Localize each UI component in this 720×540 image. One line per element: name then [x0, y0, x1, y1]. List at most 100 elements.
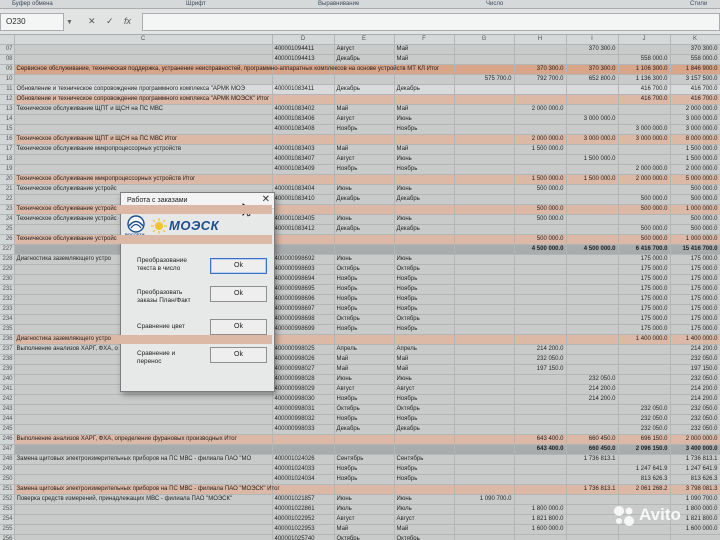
cell-h[interactable]: 197 150.0 — [514, 364, 567, 375]
cell-j[interactable]: 175 000.0 — [618, 304, 671, 315]
cell-f[interactable]: Ноябрь — [394, 324, 455, 335]
cell-g[interactable] — [454, 414, 515, 425]
cell-j[interactable] — [618, 394, 671, 405]
row-number[interactable]: 251 — [0, 484, 15, 495]
cell-k[interactable]: 3 157 500.0 — [670, 74, 720, 85]
row-number[interactable]: 23 — [0, 204, 15, 215]
cell-k[interactable]: 175 000.0 — [670, 294, 720, 305]
row-number[interactable]: 14 — [0, 114, 15, 125]
cell-f[interactable]: Май — [394, 44, 455, 55]
cell-d[interactable]: 400001094413 — [272, 54, 335, 65]
cell-c[interactable] — [14, 514, 273, 525]
text-to-number-ok-button[interactable]: Ok — [210, 258, 267, 274]
cell-c[interactable] — [14, 534, 273, 540]
cell-e[interactable]: Май — [334, 144, 395, 155]
cell-j[interactable]: 813 626.3 — [618, 474, 671, 485]
cell-f[interactable] — [394, 234, 455, 245]
cell-e[interactable]: Декабрь — [334, 194, 395, 205]
row-number[interactable]: 238 — [0, 354, 15, 365]
cell-h[interactable]: 370 300.0 — [514, 64, 567, 75]
cell-d[interactable] — [272, 244, 335, 255]
cell-c[interactable] — [14, 444, 273, 455]
row-number[interactable]: 250 — [0, 474, 15, 485]
cell-g[interactable] — [454, 374, 515, 385]
cell-d[interactable]: 400000998030 — [272, 394, 335, 405]
cell-e[interactable]: Июль — [334, 504, 395, 515]
row-number[interactable]: 241 — [0, 384, 15, 395]
cell-c[interactable]: Техническое обслуживание ЩПТ и ЩСН на ПС… — [14, 104, 273, 115]
cell-k[interactable]: 8 000 000.0 — [670, 134, 720, 145]
cell-c[interactable]: Обновление и техническое сопровождение п… — [14, 94, 273, 105]
cell-e[interactable]: Май — [334, 104, 395, 115]
cell-d[interactable] — [272, 444, 335, 455]
cell-e[interactable]: Декабрь — [334, 84, 395, 95]
cell-e[interactable]: Ноябрь — [334, 394, 395, 405]
cell-e[interactable]: Сентябрь — [334, 454, 395, 465]
cell-g[interactable] — [454, 444, 515, 455]
row-number[interactable]: 09 — [0, 64, 15, 75]
cell-k[interactable]: 500 000.0 — [670, 194, 720, 205]
cell-h[interactable] — [514, 494, 567, 505]
cell-h[interactable]: 792 700.0 — [514, 74, 567, 85]
cell-h[interactable]: 1 600 000.0 — [514, 524, 567, 535]
cell-h[interactable] — [514, 404, 567, 415]
cell-g[interactable] — [454, 144, 515, 155]
cell-g[interactable] — [454, 264, 515, 275]
cell-f[interactable] — [394, 174, 455, 185]
row-number[interactable]: 253 — [0, 504, 15, 515]
cell-k[interactable]: 500 000.0 — [670, 214, 720, 225]
cell-e[interactable]: Июнь — [334, 214, 395, 225]
cell-k[interactable]: 416 700.0 — [670, 94, 720, 105]
cell-i[interactable] — [566, 304, 619, 315]
cell-e[interactable] — [334, 94, 395, 105]
cell-f[interactable]: Октябрь — [394, 264, 455, 275]
cell-h[interactable] — [514, 224, 567, 235]
cell-i[interactable]: 1 736 813.1 — [566, 454, 619, 465]
row-number[interactable]: 24 — [0, 214, 15, 225]
row-number[interactable]: 248 — [0, 454, 15, 465]
cell-h[interactable] — [514, 124, 567, 135]
cell-g[interactable] — [454, 124, 515, 135]
cell-i[interactable] — [566, 324, 619, 335]
cell-i[interactable] — [566, 214, 619, 225]
cell-h[interactable] — [514, 394, 567, 405]
confirm-icon[interactable]: ✓ — [106, 16, 114, 27]
row-number[interactable]: 232 — [0, 294, 15, 305]
cell-e[interactable]: Июнь — [334, 184, 395, 195]
cell-i[interactable]: 370 300.0 — [566, 64, 619, 75]
cell-c[interactable] — [14, 124, 273, 135]
row-number[interactable]: 17 — [0, 144, 15, 155]
cell-i[interactable] — [566, 104, 619, 115]
cell-k[interactable]: 214 200.0 — [670, 394, 720, 405]
cell-i[interactable] — [566, 294, 619, 305]
row-number[interactable]: 244 — [0, 414, 15, 425]
cell-k[interactable]: 197 150.0 — [670, 364, 720, 375]
cell-f[interactable]: Декабрь — [394, 424, 455, 435]
cell-k[interactable]: 1 090 700.0 — [670, 494, 720, 505]
cell-j[interactable] — [618, 344, 671, 355]
cell-h[interactable]: 214 200.0 — [514, 344, 567, 355]
row-number[interactable]: 245 — [0, 424, 15, 435]
cell-i[interactable] — [566, 464, 619, 475]
cell-h[interactable]: 500 000.0 — [514, 204, 567, 215]
formula-input[interactable] — [142, 13, 720, 31]
row-number[interactable]: 240 — [0, 374, 15, 385]
cell-k[interactable]: 2 000 000.0 — [670, 434, 720, 445]
cell-g[interactable] — [454, 424, 515, 435]
cell-i[interactable] — [566, 354, 619, 365]
cell-i[interactable] — [566, 234, 619, 245]
cell-j[interactable]: 175 000.0 — [618, 284, 671, 295]
cell-i[interactable] — [566, 54, 619, 65]
cell-g[interactable] — [454, 454, 515, 465]
cell-f[interactable]: Ноябрь — [394, 304, 455, 315]
cell-k[interactable]: 1 846 900.0 — [670, 64, 720, 75]
row-number[interactable]: 08 — [0, 54, 15, 65]
cell-e[interactable]: Декабрь — [334, 54, 395, 65]
cell-j[interactable] — [618, 374, 671, 385]
cell-h[interactable]: 1 500 000.0 — [514, 144, 567, 155]
cell-f[interactable]: Декабрь — [394, 224, 455, 235]
cell-i[interactable]: 1 500 000.0 — [566, 174, 619, 185]
row-number[interactable]: 242 — [0, 394, 15, 405]
cell-k[interactable]: 232 050.0 — [670, 374, 720, 385]
cell-g[interactable]: 1 090 700.0 — [454, 494, 515, 505]
